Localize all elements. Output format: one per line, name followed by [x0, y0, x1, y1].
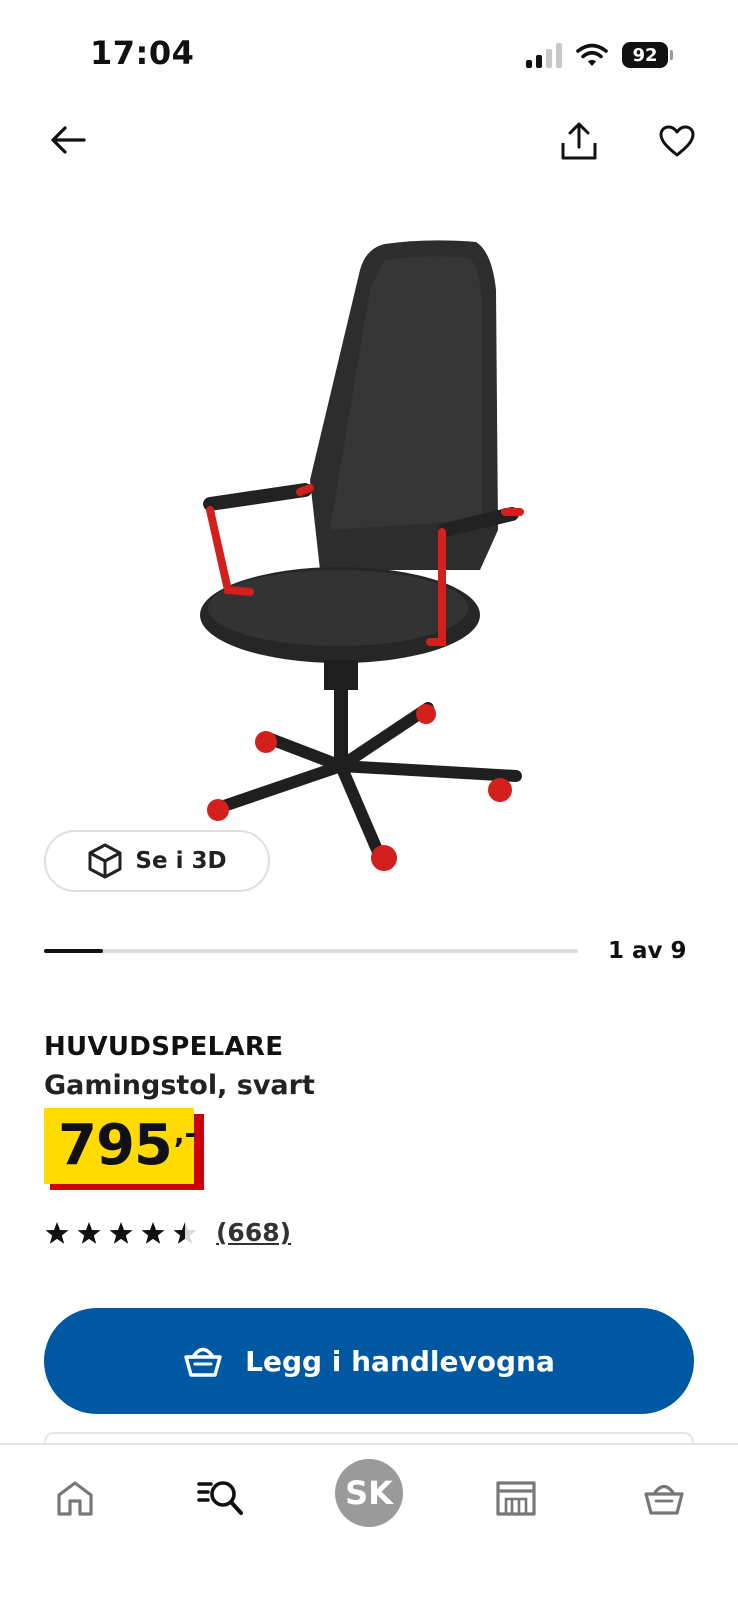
bottom-nav: SK: [0, 1443, 738, 1600]
star-icon: [109, 1221, 133, 1244]
nav-cart[interactable]: [640, 1473, 688, 1523]
gallery-counter: 1 av 9: [608, 938, 687, 964]
arrow-left-icon: [51, 126, 86, 154]
heart-icon: [659, 125, 695, 157]
price-suffix: ,-: [173, 1117, 197, 1150]
cart-icon: [644, 1484, 684, 1515]
home-icon: [57, 1481, 93, 1516]
view-3d-label: Se i 3D: [135, 848, 227, 874]
nav-search[interactable]: [196, 1473, 246, 1523]
price-value: 795: [58, 1113, 173, 1178]
star-icon: [141, 1221, 165, 1244]
star-icon: [173, 1221, 197, 1244]
product-image[interactable]: [180, 230, 560, 900]
cellular-signal-icon: [526, 42, 562, 68]
gallery-progress-fill: [44, 949, 103, 953]
favorite-button[interactable]: [654, 118, 700, 164]
price-box: 795 ,-: [44, 1108, 197, 1184]
store-icon: [496, 1481, 536, 1516]
avatar-initials: SK: [345, 1474, 393, 1512]
product-name: HUVUDSPELARE: [44, 1032, 284, 1062]
star-icon: [45, 1221, 69, 1244]
nav-home[interactable]: [50, 1473, 100, 1523]
price-tag: 795 ,-: [44, 1108, 204, 1190]
rating-stars: [44, 1220, 198, 1246]
status-time: 17:04: [90, 34, 195, 72]
nav-profile-avatar[interactable]: SK: [335, 1459, 403, 1527]
wifi-icon: [576, 43, 608, 66]
add-to-cart-button[interactable]: Legg i handlevogna: [44, 1308, 694, 1414]
gallery-progress: [44, 949, 578, 953]
back-button[interactable]: [46, 118, 90, 162]
cube-icon: [88, 843, 122, 879]
share-icon: [561, 122, 597, 160]
status-icons: 92: [526, 38, 673, 72]
basket-icon: [184, 1347, 222, 1377]
product-description: Gamingstol, svart: [44, 1070, 315, 1101]
nav-store[interactable]: [490, 1473, 542, 1523]
add-to-cart-label: Legg i handlevogna: [245, 1344, 555, 1378]
battery-indicator: 92: [622, 42, 673, 68]
review-count-link[interactable]: (668): [216, 1218, 291, 1247]
share-button[interactable]: [556, 118, 602, 164]
star-icon: [77, 1221, 101, 1244]
view-3d-button[interactable]: Se i 3D: [44, 830, 270, 892]
search-icon: [197, 1481, 243, 1515]
battery-level: 92: [632, 44, 658, 66]
rating[interactable]: (668): [44, 1218, 291, 1247]
